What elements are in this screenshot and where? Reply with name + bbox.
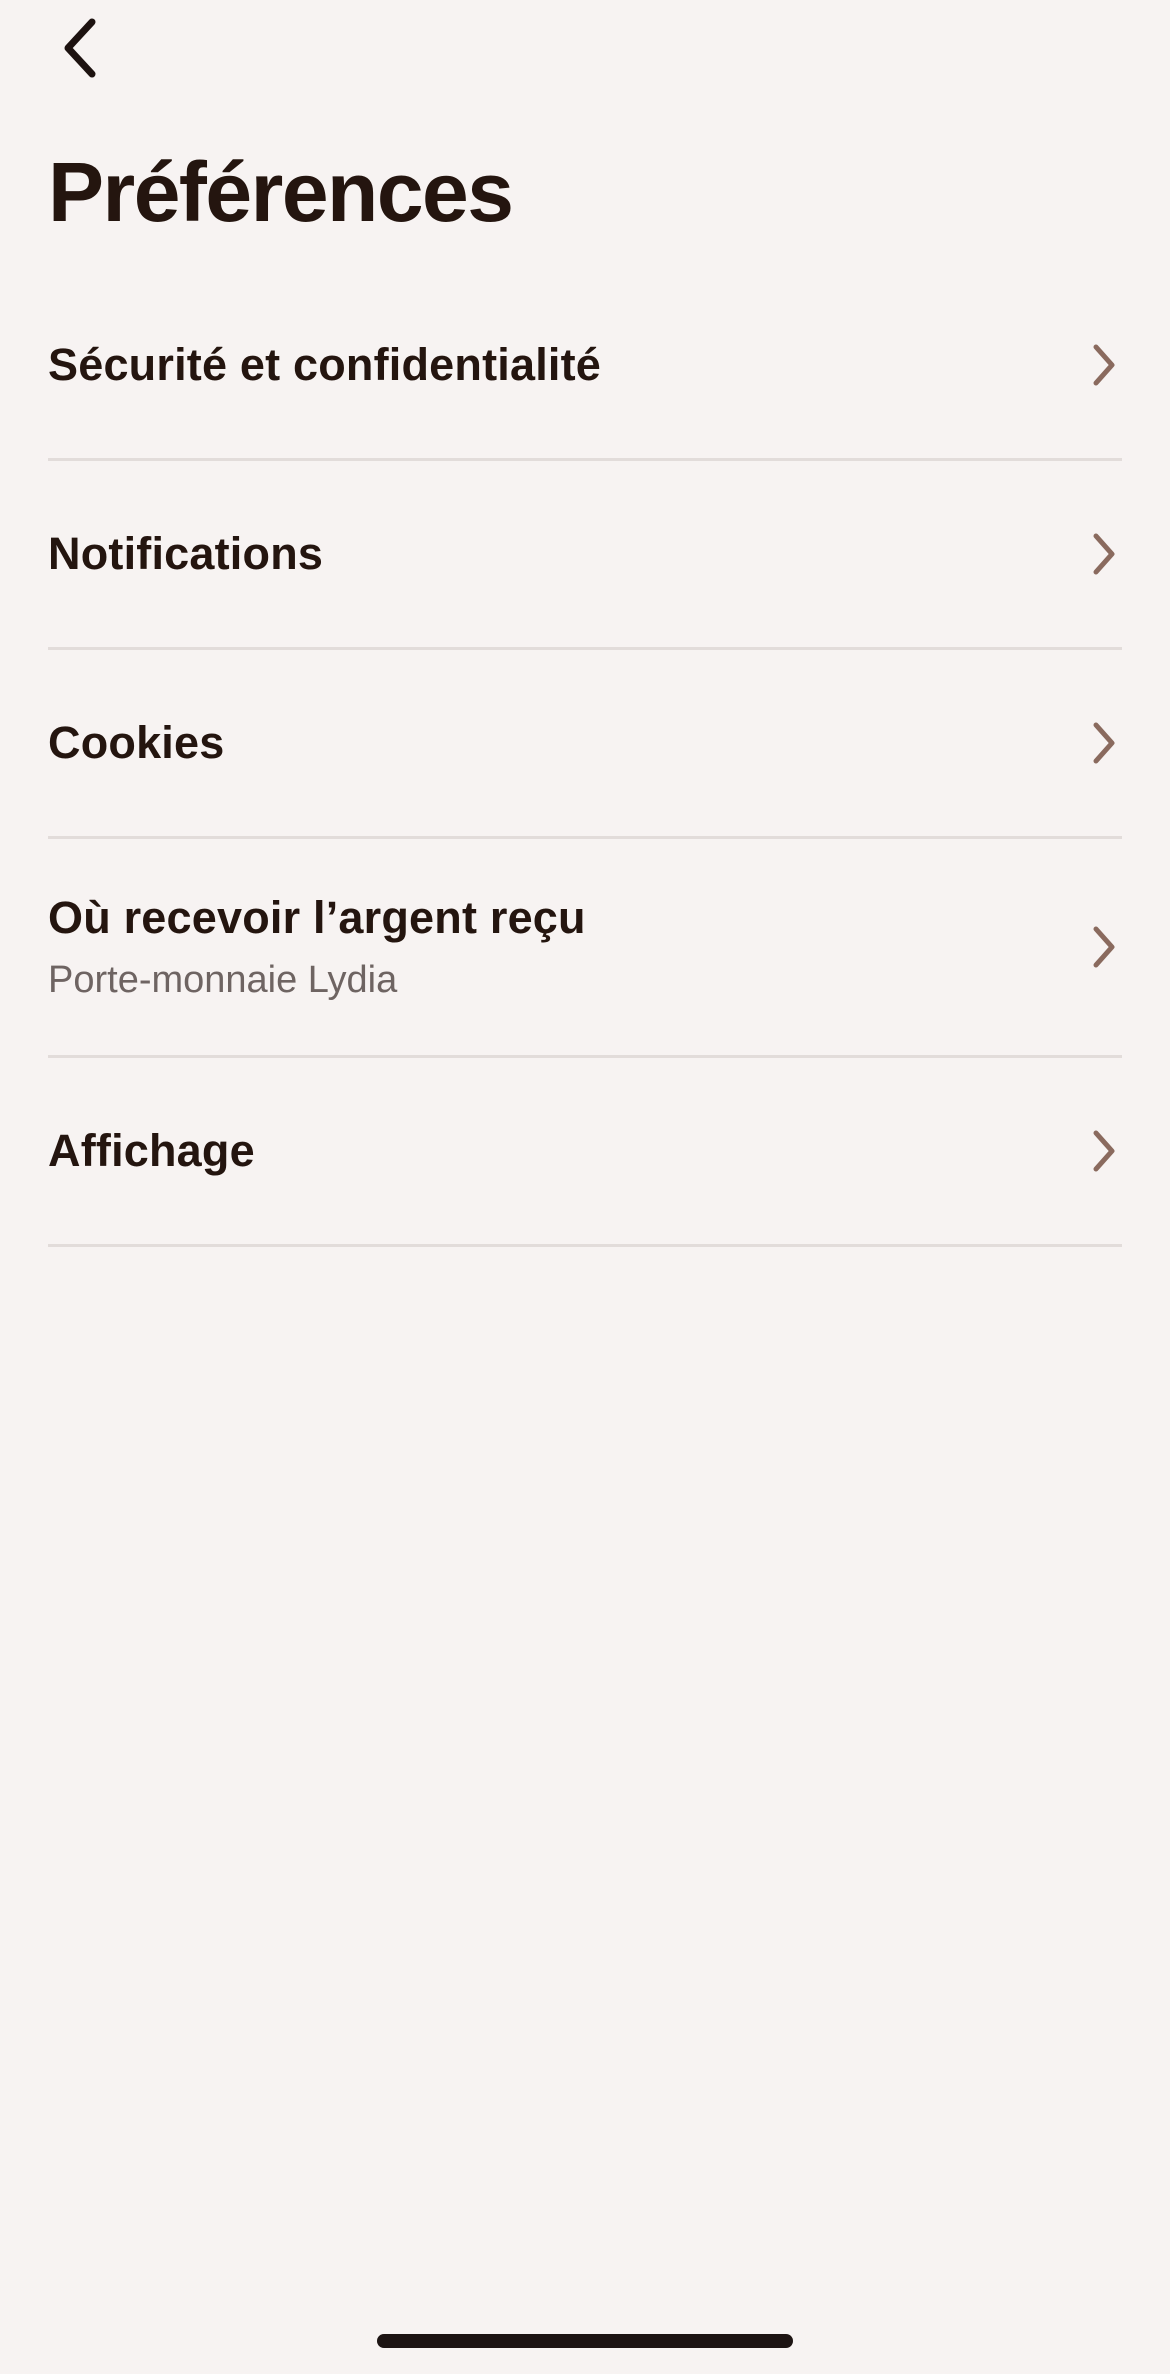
menu-item-sublabel: Porte-monnaie Lydia bbox=[48, 959, 398, 1001]
menu-item-notifications[interactable]: Notifications bbox=[48, 461, 1122, 650]
preferences-menu: Sécurité et confidentialité Notification… bbox=[48, 272, 1122, 1247]
chevron-right-icon bbox=[1086, 530, 1122, 578]
chevron-right-icon bbox=[1086, 719, 1122, 767]
page-title: Préférences bbox=[48, 145, 514, 239]
menu-item-receive-money[interactable]: Où recevoir l’argent reçu Porte-monnaie … bbox=[48, 839, 1122, 1058]
menu-item-label: Notifications bbox=[48, 528, 324, 579]
menu-item-display[interactable]: Affichage bbox=[48, 1058, 1122, 1247]
menu-item-label: Sécurité et confidentialité bbox=[48, 339, 602, 390]
menu-item-security-privacy[interactable]: Sécurité et confidentialité bbox=[48, 272, 1122, 461]
menu-item-label: Cookies bbox=[48, 717, 225, 768]
menu-item-label: Affichage bbox=[48, 1125, 255, 1176]
home-indicator[interactable] bbox=[377, 2334, 793, 2348]
menu-item-label: Où recevoir l’argent reçu bbox=[48, 892, 586, 943]
menu-item-cookies[interactable]: Cookies bbox=[48, 650, 1122, 839]
chevron-right-icon bbox=[1086, 341, 1122, 389]
chevron-left-icon bbox=[58, 16, 102, 80]
back-button[interactable] bbox=[40, 8, 120, 88]
chevron-right-icon bbox=[1086, 1127, 1122, 1175]
chevron-right-icon bbox=[1086, 923, 1122, 971]
